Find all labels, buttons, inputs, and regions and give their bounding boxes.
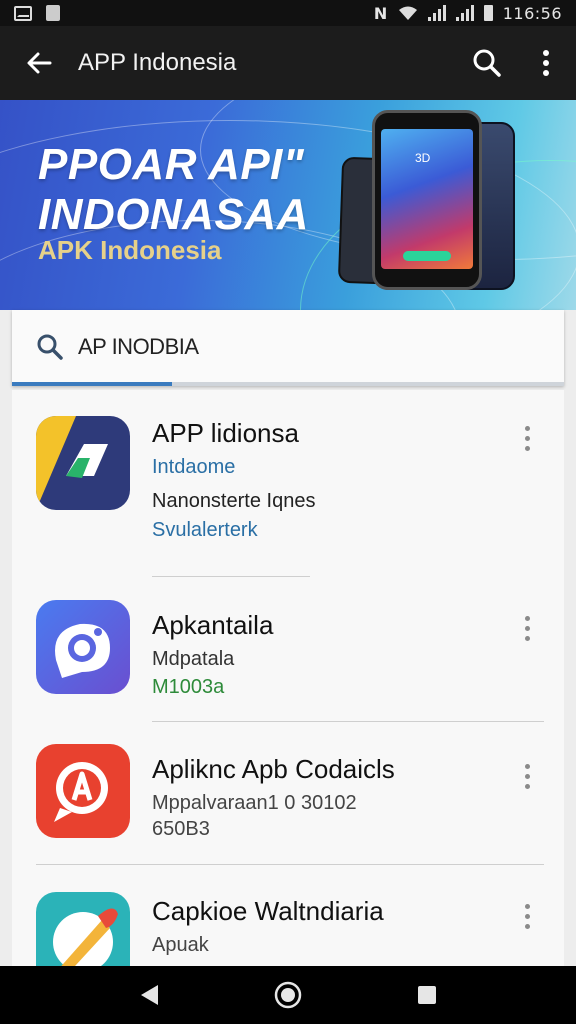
nfc-icon: N — [373, 3, 388, 23]
signal-icon — [427, 5, 446, 21]
search-icon — [473, 49, 501, 77]
app-description: Nanonsterte Iqnes — [152, 490, 316, 512]
app-name: Capkioe Waltndiaria — [152, 896, 384, 926]
list-item[interactable]: APP lidionsa Intdaome Nanonsterte Iqnes … — [12, 390, 564, 580]
status-bar: N 116:56 — [0, 0, 576, 26]
app-icon-paintbrush — [36, 892, 130, 970]
screen: N 116:56 APP Indonesia PPOAR API" INDONA… — [0, 0, 576, 1024]
gmail-notification-icon — [14, 5, 32, 21]
tab-indicator — [12, 382, 173, 386]
search-card: AP INODBIA — [12, 310, 564, 386]
nav-back-button[interactable] — [119, 966, 179, 1024]
promo-banner[interactable]: PPOAR API" INDONASAA APK Indonesia 3D — [0, 100, 576, 310]
app-category: Svulalerterk — [152, 519, 258, 541]
app-list: APP lidionsa Intdaome Nanonsterte Iqnes … — [12, 390, 564, 970]
app-icon-red-a — [36, 744, 130, 838]
item-overflow-button[interactable] — [512, 418, 542, 458]
app-icon-camera — [36, 600, 130, 694]
system-nav-bar — [0, 966, 576, 1024]
banner-headline-line2: INDONASAA — [38, 190, 309, 239]
phone-screen: 3D — [381, 129, 473, 269]
phone-screen-text: 3D — [415, 151, 431, 165]
app-developer: Mdpatala — [152, 648, 235, 670]
app-status: M1003a — [152, 676, 225, 698]
search-input[interactable]: AP INODBIA — [78, 334, 199, 360]
app-name: Apliknc Apb Codaicls — [152, 754, 395, 784]
app-name: APP lidionsa — [152, 418, 299, 448]
overflow-menu-button[interactable] — [516, 26, 576, 100]
divider — [36, 864, 544, 865]
banner-subtitle: APK Indonesia — [38, 235, 222, 265]
nav-home-button[interactable] — [258, 966, 318, 1024]
list-item[interactable]: Capkioe Waltndiaria Apuak — [12, 866, 564, 970]
back-button[interactable] — [0, 26, 78, 100]
list-item[interactable]: Apkantaila Mdpatala M1003a — [12, 580, 564, 720]
phone-illustration-main: 3D — [372, 110, 482, 290]
app-developer: Mppalvaraan1 0 30102 — [152, 792, 357, 814]
status-time: 116:56 — [502, 3, 562, 23]
app-bar: APP Indonesia — [0, 26, 576, 100]
nav-home-icon — [274, 981, 302, 1009]
more-vert-icon — [543, 50, 549, 76]
item-overflow-button[interactable] — [512, 756, 542, 796]
app-name: Apkantaila — [152, 610, 274, 640]
nav-recents-button[interactable] — [397, 966, 457, 1024]
item-overflow-button[interactable] — [512, 608, 542, 648]
app-developer: Apuak — [152, 934, 209, 956]
list-item[interactable]: Apliknc Apb Codaicls Mppalvaraan1 0 3010… — [12, 722, 564, 864]
nav-back-icon — [141, 985, 159, 1005]
app-icon-yellow-navy — [36, 416, 130, 510]
signal-icon-2 — [455, 5, 474, 21]
search-bar[interactable]: AP INODBIA — [12, 310, 564, 384]
item-overflow-button[interactable] — [512, 896, 542, 936]
banner-headline: PPOAR API" INDONASAA — [38, 140, 309, 240]
wifi-icon — [398, 6, 417, 20]
arrow-left-icon — [27, 52, 52, 74]
app-developer: Intdaome — [152, 456, 236, 478]
page-title: APP Indonesia — [78, 49, 237, 76]
image-notification-icon — [46, 5, 60, 21]
nav-recents-icon — [417, 986, 436, 1004]
banner-headline-line1: PPOAR API" — [38, 140, 305, 189]
app-version: 650B3 — [152, 818, 210, 840]
search-button[interactable] — [458, 26, 516, 100]
battery-icon — [483, 5, 493, 21]
search-icon — [37, 334, 63, 360]
divider — [152, 576, 310, 577]
